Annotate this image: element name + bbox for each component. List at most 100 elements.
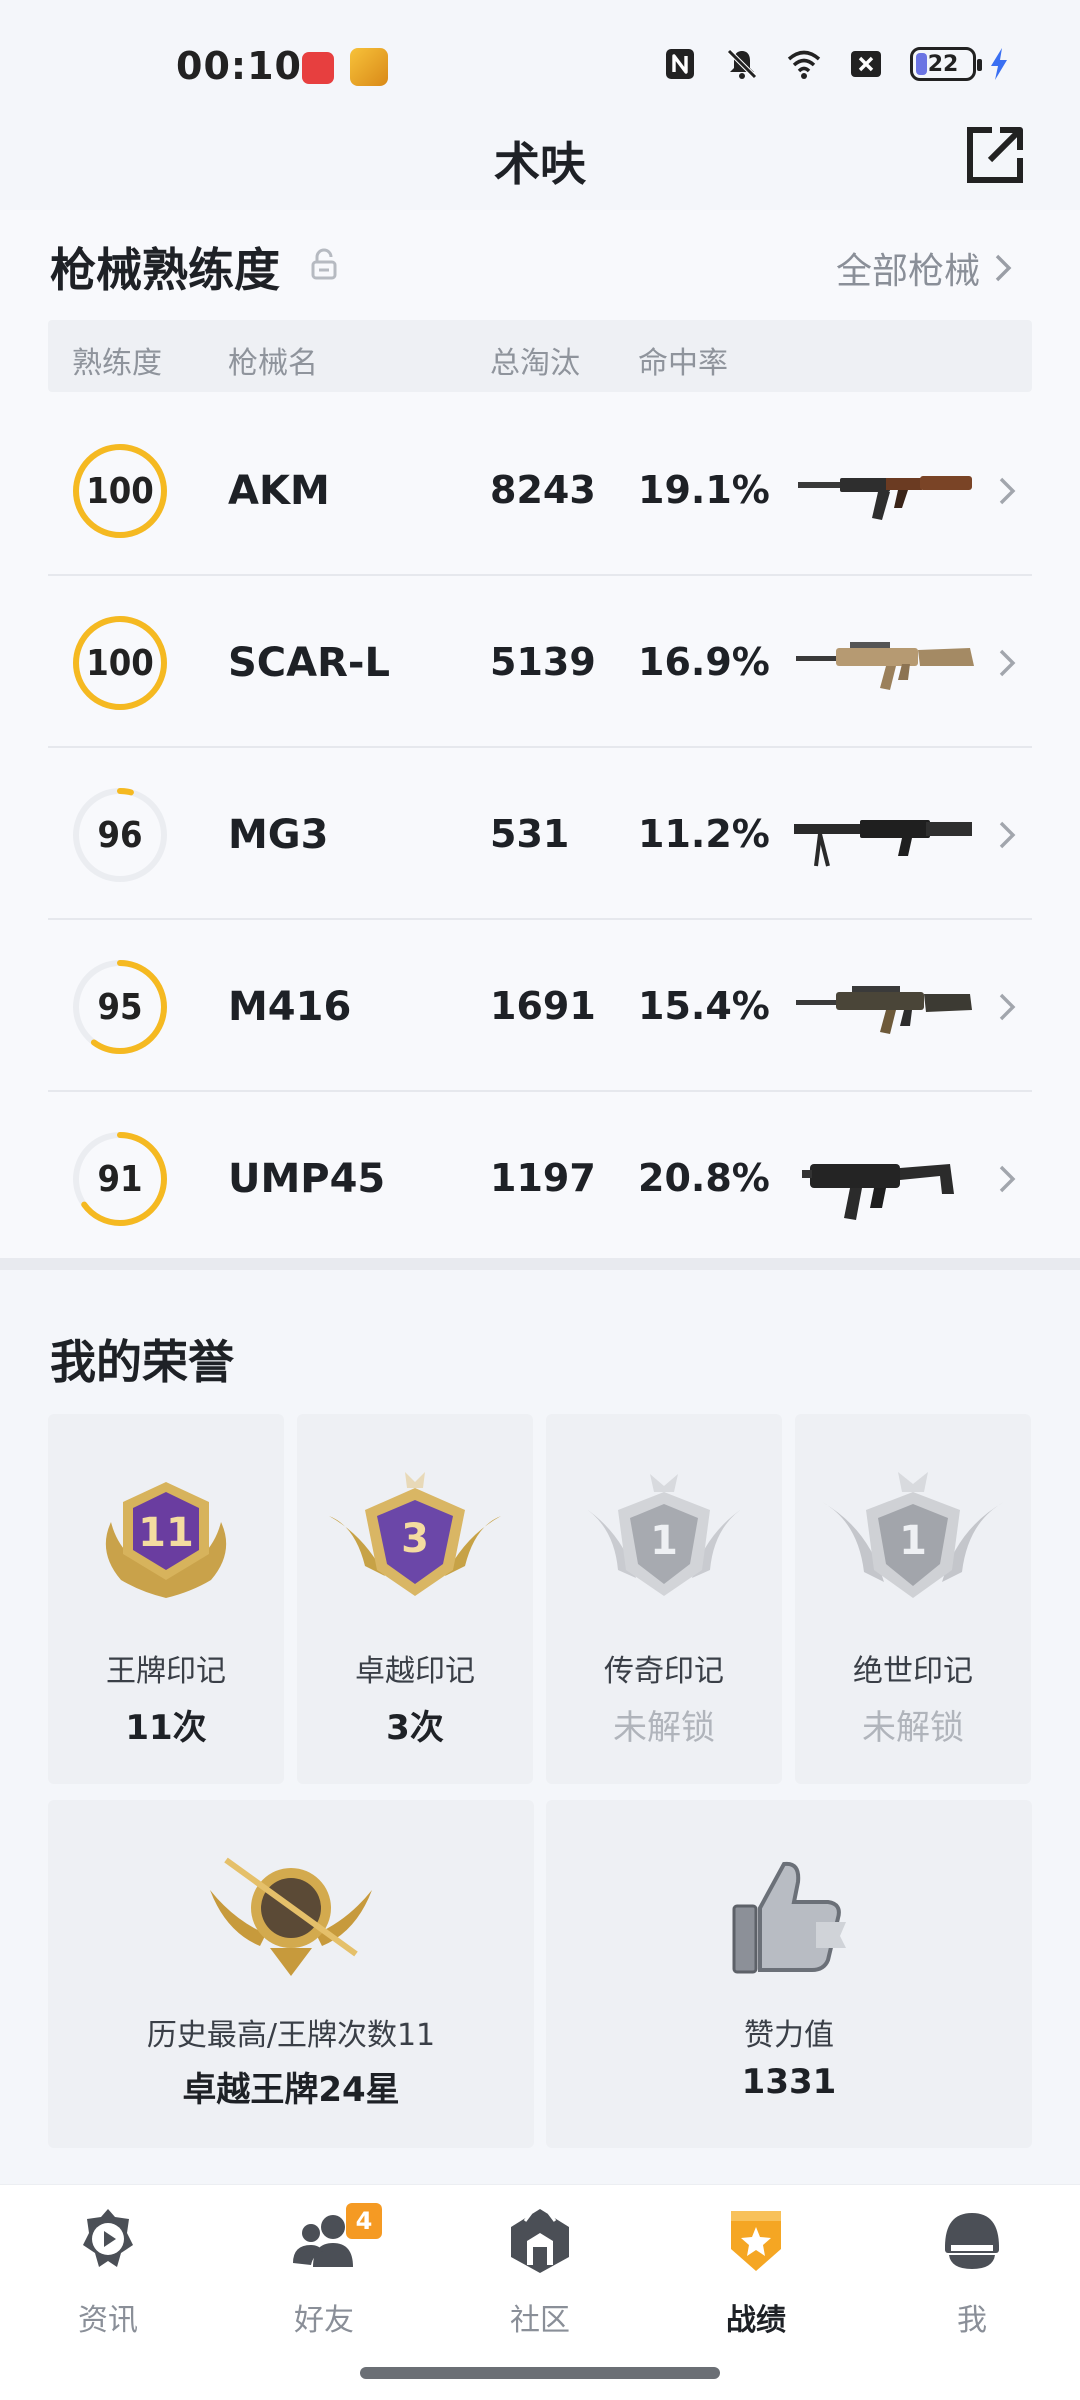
likes-value: 1331 bbox=[741, 2062, 837, 2102]
honor-card-history[interactable]: 历史最高/王牌次数11 卓越王牌24星 bbox=[48, 1800, 534, 2148]
weapon-kills: 5139 bbox=[490, 640, 596, 684]
notification-app-icon bbox=[302, 52, 334, 84]
nav-label: 好友 bbox=[294, 2303, 354, 2338]
excellence-emblem-number: 3 bbox=[401, 1516, 429, 1562]
nav-label: 我 bbox=[957, 2303, 987, 2338]
honor-card-likes[interactable]: 赞力值 1331 bbox=[546, 1800, 1032, 2148]
honor-value: 未解锁 bbox=[862, 1708, 964, 1748]
stats-trophy-icon bbox=[731, 2211, 781, 2271]
friends-badge: 4 bbox=[346, 2203, 382, 2239]
weapon-name: SCAR-L bbox=[228, 640, 391, 686]
chevron-right-icon bbox=[999, 1165, 1016, 1193]
scar-l-rifle-image bbox=[796, 642, 974, 690]
honor-card-excellence[interactable]: 3 卓越印记 3次 bbox=[297, 1414, 533, 1784]
wifi-icon bbox=[787, 50, 821, 79]
honor-label: 绝世印记 bbox=[853, 1654, 973, 1689]
nav-label: 资讯 bbox=[78, 2303, 138, 2338]
column-accuracy: 命中率 bbox=[638, 346, 728, 381]
chevron-right-icon bbox=[999, 993, 1016, 1021]
weapon-row-m416[interactable]: 95 M416 1691 15.4% bbox=[48, 922, 1032, 1092]
chevron-right-icon bbox=[999, 649, 1016, 677]
weapon-accuracy: 15.4% bbox=[638, 984, 770, 1028]
charging-icon bbox=[991, 48, 1007, 80]
nav-item-community[interactable]: 社区 bbox=[470, 2205, 610, 2355]
akm-rifle-image bbox=[798, 476, 972, 520]
peerless-emblem-number: 1 bbox=[899, 1518, 927, 1564]
nav-item-me[interactable]: 我 bbox=[902, 2205, 1042, 2355]
lock-icon[interactable] bbox=[310, 248, 338, 280]
weapon-name: M416 bbox=[228, 984, 352, 1030]
ace-emblem-icon: 11 bbox=[105, 1482, 227, 1598]
thumbs-up-icon bbox=[732, 1861, 846, 1974]
nav-label: 社区 bbox=[510, 2303, 570, 2338]
weapon-mastery-title: 枪械熟练度 bbox=[50, 243, 280, 297]
nav-label: 战绩 bbox=[726, 2303, 786, 2338]
honor-card-peerless[interactable]: 1 绝世印记 未解锁 bbox=[795, 1414, 1031, 1784]
sim-disabled-icon bbox=[851, 51, 881, 77]
honor-label: 传奇印记 bbox=[604, 1654, 724, 1689]
peerless-emblem-icon: 1 bbox=[822, 1472, 1004, 1598]
weapon-row-mg3[interactable]: 96 MG3 531 11.2% bbox=[48, 750, 1032, 920]
weapon-name: UMP45 bbox=[228, 1156, 386, 1202]
honor-card-legend[interactable]: 1 传奇印记 未解锁 bbox=[546, 1414, 782, 1784]
community-icon bbox=[511, 2209, 569, 2273]
nav-item-stats[interactable]: 战绩 bbox=[686, 2205, 826, 2355]
chevron-right-icon bbox=[995, 254, 1012, 282]
history-label: 历史最高/王牌次数11 bbox=[146, 2018, 436, 2053]
home-indicator[interactable] bbox=[360, 2367, 720, 2379]
weapon-accuracy: 19.1% bbox=[638, 468, 770, 512]
ace-rank-emblem-icon bbox=[210, 1857, 372, 1976]
honor-value: 11次 bbox=[125, 1708, 207, 1748]
weapon-accuracy: 16.9% bbox=[638, 640, 770, 684]
excellence-emblem-icon: 3 bbox=[329, 1472, 501, 1596]
m416-rifle-image bbox=[796, 986, 972, 1034]
ump45-smg-image bbox=[802, 1164, 954, 1220]
mastery-level: 100 bbox=[86, 642, 154, 684]
battery-indicator: 22 bbox=[910, 47, 982, 81]
mastery-level: 91 bbox=[97, 1158, 143, 1200]
weapon-accuracy: 20.8% bbox=[638, 1156, 770, 1200]
weapon-row-ump45[interactable]: 91 UMP45 1197 20.8% bbox=[48, 1094, 1032, 1264]
weapon-kills: 531 bbox=[490, 812, 570, 856]
all-weapons-label: 全部枪械 bbox=[835, 251, 980, 292]
honors-title: 我的荣誉 bbox=[50, 1335, 234, 1389]
weapon-accuracy: 11.2% bbox=[638, 812, 770, 856]
share-icon[interactable] bbox=[962, 122, 1028, 188]
honor-value: 3次 bbox=[386, 1708, 444, 1748]
column-mastery: 熟练度 bbox=[72, 346, 162, 381]
nav-item-friends[interactable]: 4 好友 bbox=[254, 2203, 394, 2355]
chevron-right-icon bbox=[999, 821, 1016, 849]
legend-emblem-icon: 1 bbox=[582, 1474, 746, 1596]
weapon-name: AKM bbox=[228, 468, 330, 514]
weapon-name: MG3 bbox=[228, 812, 329, 858]
honor-value: 未解锁 bbox=[613, 1708, 715, 1748]
weapon-kills: 8243 bbox=[490, 468, 596, 512]
battery-level: 22 bbox=[927, 51, 959, 77]
mute-icon bbox=[727, 49, 757, 79]
history-value: 卓越王牌24星 bbox=[182, 2070, 400, 2110]
status-time: 00:10 bbox=[176, 44, 302, 88]
mg3-machine-gun-image bbox=[794, 820, 972, 867]
weapon-kills: 1197 bbox=[490, 1156, 596, 1200]
honor-card-ace[interactable]: 11 王牌印记 11次 bbox=[48, 1414, 284, 1784]
section-divider bbox=[0, 1258, 1080, 1270]
nav-item-news[interactable]: 资讯 bbox=[38, 2205, 178, 2355]
likes-label: 赞力值 bbox=[744, 2018, 834, 2053]
notification-game-icon bbox=[350, 48, 388, 86]
weapon-kills: 1691 bbox=[490, 984, 596, 1028]
chevron-right-icon bbox=[999, 477, 1016, 505]
all-weapons-link[interactable]: 全部枪械 bbox=[836, 242, 1012, 294]
ace-emblem-number: 11 bbox=[138, 1510, 194, 1556]
page-title: 术呋 bbox=[494, 137, 586, 191]
status-bar: 00:10 22 bbox=[0, 0, 1080, 130]
weapon-row-scar-l[interactable]: 100 SCAR-L 5139 16.9% bbox=[48, 578, 1032, 748]
news-icon bbox=[83, 2209, 133, 2267]
legend-emblem-number: 1 bbox=[650, 1518, 678, 1564]
mastery-level: 96 bbox=[97, 814, 143, 856]
mastery-level: 95 bbox=[97, 986, 143, 1028]
weapon-row-akm[interactable]: 100 AKM 8243 19.1% bbox=[48, 406, 1032, 576]
column-kills: 总淘汰 bbox=[490, 346, 580, 381]
honor-label: 王牌印记 bbox=[106, 1654, 226, 1689]
weapon-table-header: 熟练度 枪械名 总淘汰 命中率 bbox=[48, 320, 1032, 392]
column-name: 枪械名 bbox=[228, 346, 318, 381]
